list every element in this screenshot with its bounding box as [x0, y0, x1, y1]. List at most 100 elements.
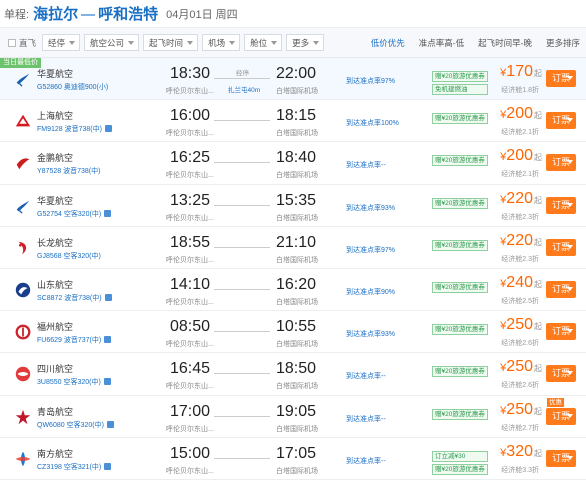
route-line [214, 120, 270, 122]
flight-number[interactable]: G52754 空客320(中) [37, 209, 112, 219]
perk-badges: 赠¥20旅游优惠券 [432, 197, 488, 211]
ontime-rate: 到达准点率-- [346, 415, 386, 423]
shared-flight-icon[interactable] [104, 336, 112, 344]
airline-name: 华夏航空 [37, 69, 74, 79]
perk-badges: 赠¥20旅游优惠券 [432, 366, 488, 379]
filter-stopover[interactable]: 经停 [42, 34, 81, 51]
filter-more[interactable]: 更多 [286, 34, 325, 51]
flight-number[interactable]: FU6629 波音737(中) [37, 335, 112, 345]
price-value: 320 [506, 442, 533, 460]
ontime-rate: 到达准点率-- [346, 162, 386, 170]
sort-more[interactable]: 更多排序 [546, 37, 580, 49]
stopover-city[interactable]: 扎兰屯40m [228, 84, 260, 94]
sort-departure-time[interactable]: 起飞时间早-晚 [478, 37, 532, 49]
flight-row[interactable]: 青岛航空 QW6080 空客320(中) 17:00 呼伦贝尔东山... 19:05 白塔… [0, 396, 586, 438]
price: ¥250起 [500, 358, 542, 376]
book-button[interactable]: 订票 [546, 196, 576, 214]
flight-row[interactable]: 山东航空 SC8872 波音738(中) 14:10 呼伦贝尔东山... 16:20 白塔… [0, 269, 586, 312]
price-value: 220 [506, 231, 533, 249]
ontime-rate: 到达准点率-- [346, 457, 386, 465]
price: ¥220起 [500, 190, 542, 208]
book-button[interactable]: 订票 [546, 238, 576, 256]
price-suffix: 起 [534, 279, 542, 289]
airline-name: 长龙航空 [37, 237, 74, 248]
flight-number[interactable]: 3U8550 空客320(中) [37, 377, 111, 387]
route-line [214, 246, 270, 248]
book-button[interactable]: 订票 [546, 365, 576, 383]
filter-departure-time[interactable]: 起飞时间 [143, 34, 199, 51]
shared-flight-icon[interactable] [104, 209, 112, 217]
arrival-airport: 白塔国际机场 [276, 383, 318, 391]
arrival-airport: 白塔国际机场 [276, 341, 318, 349]
price: ¥170起 [500, 63, 542, 81]
perk-badge: 赠¥20旅游优惠券 [432, 463, 488, 475]
huaxia-logo-icon [14, 70, 32, 88]
filter-airport[interactable]: 机场 [202, 34, 241, 51]
flight-row[interactable]: 四川航空 3U8550 空客320(中) 16:45 呼伦贝尔东山... 18:50 白塔… [0, 353, 586, 396]
book-button[interactable]: 订票 [546, 112, 576, 130]
sort-options: 低价优先 准点率高-低 起飞时间早-晚 更多排序 [357, 28, 586, 58]
price-suffix: 起 [534, 111, 542, 121]
price-value: 200 [506, 147, 533, 165]
china-southern-logo-icon [14, 450, 32, 468]
shared-flight-icon[interactable] [103, 378, 111, 386]
discount-info: 经济舱2.3折 [501, 255, 539, 263]
price: ¥240起 [500, 274, 542, 292]
airline-name: 青岛航空 [37, 406, 74, 417]
price-suffix: 起 [534, 322, 542, 332]
airline-name: 福州航空 [37, 322, 74, 333]
flight-row[interactable]: 福州航空 FU6629 波音737(中) 08:50 呼伦贝尔东山... 10:55 白塔… [0, 311, 586, 354]
book-button[interactable]: 订票 [546, 407, 576, 425]
flight-row[interactable]: 长龙航空 GJ8568 空客320(中) 18:55 呼伦贝尔东山... 21:10 白塔… [0, 227, 586, 269]
sort-ontime[interactable]: 准点率高-低 [419, 37, 464, 49]
departure-time: 16:45 [170, 360, 211, 378]
flight-number[interactable]: QW6080 空客320(中) [37, 420, 114, 430]
flight-row[interactable]: 华夏航空 G52754 空客320(中) 13:25 呼伦贝尔东山... 15:35 白塔… [0, 185, 586, 227]
departure-airport: 呼伦贝尔东山... [166, 88, 214, 95]
sort-low-price[interactable]: 低价优先 [371, 37, 405, 49]
book-button[interactable]: 订票 [546, 280, 576, 298]
book-button[interactable]: 订票 [546, 70, 576, 87]
book-button[interactable]: 订票 [546, 323, 576, 341]
flight-row[interactable]: 南方航空 CZ3198 空客321(中) 15:00 呼伦贝尔东山... 17:05 白塔… [0, 438, 586, 480]
flight-row[interactable]: 当日最低价 华夏航空 G52860 奥迪德900(小) 18:30 呼伦贝尔东山... 经… [0, 58, 586, 101]
arrival-airport: 白塔国际机场 [276, 130, 318, 138]
arrival-airport: 白塔国际机场 [276, 172, 318, 180]
flight-number[interactable]: SC8872 波音738(中) [37, 293, 112, 303]
flight-number[interactable]: FM9128 波音738(中) [37, 124, 112, 134]
route-line [214, 204, 270, 206]
flight-number[interactable]: G52860 奥迪德900(小) [37, 82, 108, 92]
shared-flight-icon[interactable] [104, 293, 112, 301]
book-button[interactable]: 订票 [546, 449, 576, 467]
flight-number[interactable]: GJ8568 空客320(中) [37, 251, 101, 261]
price-value: 250 [506, 400, 533, 418]
perk-badge: 赠¥20旅游优惠券 [432, 408, 488, 420]
flight-row[interactable]: 上海航空 FM9128 波音738(中) 16:00 呼伦贝尔东山... 18:15 白塔… [0, 100, 586, 143]
flight-number[interactable]: Y87528 波音738(中) [37, 166, 100, 176]
checkbox-icon[interactable] [8, 38, 16, 47]
route-header: 单程: 海拉尔 呼和浩特 04月01日 周四 [0, 0, 586, 28]
discount-info: 经济舱2.6折 [501, 340, 539, 348]
flight-date[interactable]: 04月01日 周四 [166, 6, 238, 22]
to-city[interactable]: 呼和浩特 [98, 3, 158, 24]
filter-airline[interactable]: 航空公司 [84, 34, 140, 51]
book-button[interactable]: 订票 [546, 154, 576, 172]
shared-flight-icon[interactable] [104, 462, 112, 470]
flight-row[interactable]: 金鹏航空 Y87528 波音738(中) 16:25 呼伦贝尔东山... 18:40 白塔… [0, 142, 586, 185]
ontime-rate: 到达准点率-- [346, 373, 386, 381]
shared-flight-icon[interactable] [106, 420, 114, 428]
departure-time: 16:00 [170, 107, 211, 125]
flight-number[interactable]: CZ3198 空客321(中) [37, 462, 112, 472]
filter-cabin[interactable]: 舱位 [244, 34, 283, 51]
from-city[interactable]: 海拉尔 [33, 3, 78, 24]
arrival-time: 18:50 [276, 360, 317, 378]
shanghai-air-logo-icon [14, 112, 32, 130]
route-arrow-icon [81, 13, 96, 16]
price-suffix: 起 [534, 153, 542, 163]
departure-time: 18:30 [170, 65, 211, 82]
perk-badge: 订立减¥30 [432, 450, 488, 462]
arrival-airport: 白塔国际机场 [276, 88, 318, 95]
shared-flight-icon[interactable] [104, 125, 112, 133]
direct-flight-checkbox[interactable]: 直飞 [8, 37, 36, 49]
price-value: 250 [506, 358, 533, 376]
